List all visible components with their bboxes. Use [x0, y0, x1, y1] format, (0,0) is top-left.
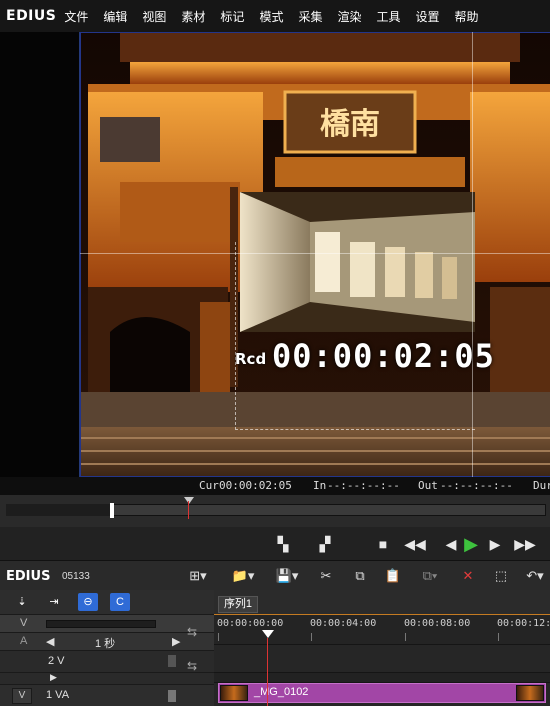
video-header-meter — [46, 620, 156, 628]
menu-bar: EDIUS 文件 编辑 视图 素材 标记 模式 采集 渲染 工具 设置 帮助 — [0, 0, 550, 32]
dur-label: Dur — [533, 479, 550, 492]
scrub-position-line — [188, 501, 189, 519]
timeline-track-2v[interactable] — [214, 644, 550, 672]
app-logo: EDIUS — [6, 8, 57, 24]
track-header-panel: ⇣ ⇥ ⊖ C V A ◀ 1 秒 ▶ 2 V ▶ V 1 VA — [0, 590, 214, 706]
safe-area-guide — [235, 242, 475, 430]
menu-settings[interactable]: 设置 — [416, 8, 440, 25]
in-label: In — [313, 479, 327, 492]
playhead-line — [267, 638, 268, 706]
ruler-label: 00:00:08:00 — [404, 618, 471, 629]
expand-icon[interactable]: ▶ — [50, 672, 57, 683]
clip-name: _MG_0102 — [254, 686, 309, 698]
paste-mode-icon[interactable]: ⧉▾ — [414, 567, 446, 585]
preview-margin — [0, 32, 79, 477]
timecode-info-bar: Cur 00:00:02:05 In --:--:--:-- Out --:--… — [0, 477, 550, 495]
record-timecode: 00:00:02:05 — [272, 337, 495, 375]
playhead-handle[interactable] — [262, 630, 274, 638]
step-back-icon[interactable]: ◀ — [440, 533, 462, 555]
ruler-tick — [311, 633, 312, 641]
set-in-icon[interactable]: ▚ — [272, 533, 294, 555]
ruler-tick — [498, 633, 499, 641]
menu-help[interactable]: 帮助 — [455, 8, 479, 25]
undo-icon[interactable]: ↶▾ — [522, 567, 548, 585]
audio-header-label: A — [20, 635, 28, 647]
track-side-v[interactable]: V — [12, 688, 32, 704]
ruler-label: 00:00:00:00 — [217, 618, 284, 629]
scale-value[interactable]: 1 秒 — [95, 635, 115, 651]
clip-thumbnail-start — [220, 685, 248, 701]
video-header-label: V — [20, 617, 28, 629]
fast-forward-icon[interactable]: ▶▶ — [514, 533, 536, 555]
menu-capture[interactable]: 采集 — [298, 8, 322, 25]
sequence-settings-icon[interactable]: ⊞▾ — [182, 567, 214, 585]
scale-left-icon[interactable]: ◀ — [46, 635, 54, 648]
clip-thumbnail-end — [516, 685, 544, 701]
timeline-toolbar: EDIUS 05133 ⊞▾ 📁▾ 💾▾ ✂ ⧉ 📋 ⧉▾ ✕ ⬚ ↶▾ — [0, 560, 550, 590]
preview-monitor[interactable]: 橋南 Rcd 00:00:02:05 — [79, 32, 550, 477]
menu-tools[interactable]: 工具 — [376, 8, 400, 25]
track-swap-icon-2[interactable]: ⇆ — [187, 659, 209, 673]
cur-label: Cur — [199, 479, 219, 492]
video-header-row: V — [0, 614, 214, 632]
ruler-label: 00:00:12:0 — [497, 618, 550, 629]
cut-icon[interactable]: ✂ — [316, 567, 336, 585]
record-label: Rcd — [235, 350, 267, 368]
menu-marker[interactable]: 标记 — [220, 8, 244, 25]
scrub-position-marker[interactable] — [184, 497, 194, 504]
step-forward-icon[interactable]: ▶ — [484, 533, 506, 555]
scrub-range — [6, 504, 110, 516]
out-value: --:--:--:-- — [440, 479, 513, 492]
menu-edit[interactable]: 编辑 — [103, 8, 127, 25]
mode-icon-2[interactable]: ⇥ — [44, 593, 64, 611]
copy-icon[interactable]: ⧉ — [350, 567, 370, 585]
ruler-tick — [218, 633, 219, 641]
track-name-2v: 2 V — [48, 655, 65, 667]
track-lock-icon-1va[interactable] — [168, 690, 176, 702]
save-icon[interactable]: 💾▾ — [272, 567, 302, 585]
track-row-1va: V 1 VA — [0, 684, 214, 706]
track-row-2v: 2 V — [0, 650, 214, 672]
menu-clip[interactable]: 素材 — [181, 8, 205, 25]
transport-controls: ▚ ▞ ■ ◀◀ ◀ ▶ ▶ ▶▶ — [0, 527, 550, 560]
scale-right-icon[interactable]: ▶ — [172, 635, 180, 648]
stop-icon[interactable]: ■ — [372, 533, 394, 555]
ruler-label: 00:00:04:00 — [310, 618, 377, 629]
in-value: --:--:--:-- — [327, 479, 400, 492]
scrub-handle[interactable] — [110, 503, 114, 518]
delete-icon[interactable]: ✕ — [458, 567, 478, 585]
timeline-track-spacer — [214, 672, 550, 682]
paste-icon[interactable]: 📋 — [383, 567, 403, 585]
menu-mode[interactable]: 模式 — [259, 8, 283, 25]
mode-icon-1[interactable]: ⇣ — [12, 593, 32, 611]
menu-file[interactable]: 文件 — [64, 8, 88, 25]
sync-lock-icon[interactable]: ⊖ — [78, 593, 98, 611]
ripple-delete-icon[interactable]: ⬚ — [490, 567, 512, 585]
menu-view[interactable]: 视图 — [142, 8, 166, 25]
snap-icon[interactable]: C — [110, 593, 130, 611]
play-icon[interactable]: ▶ — [460, 533, 482, 555]
project-name: 05133 — [62, 571, 90, 582]
tab-sequence-1[interactable]: 序列1 — [218, 596, 258, 613]
track-name-1va: 1 VA — [46, 689, 70, 701]
scrub-bar[interactable] — [0, 495, 550, 527]
timeline-ruler[interactable]: 00:00:00:00 00:00:04:00 00:00:08:00 00:0… — [214, 614, 550, 644]
cur-value: 00:00:02:05 — [219, 479, 292, 492]
out-label: Out — [418, 479, 438, 492]
menu-render[interactable]: 渲染 — [337, 8, 361, 25]
track-lock-icon[interactable] — [168, 655, 176, 667]
set-out-icon[interactable]: ▞ — [314, 533, 336, 555]
open-folder-icon[interactable]: 📁▾ — [226, 567, 260, 585]
track-expand-row: ▶ — [0, 672, 214, 684]
rewind-icon[interactable]: ◀◀ — [404, 533, 426, 555]
ruler-tick — [405, 633, 406, 641]
scale-row: A ◀ 1 秒 ▶ — [0, 632, 214, 650]
timeline-logo: EDIUS — [6, 569, 51, 584]
track-swap-icon[interactable]: ⇆ — [187, 625, 209, 639]
